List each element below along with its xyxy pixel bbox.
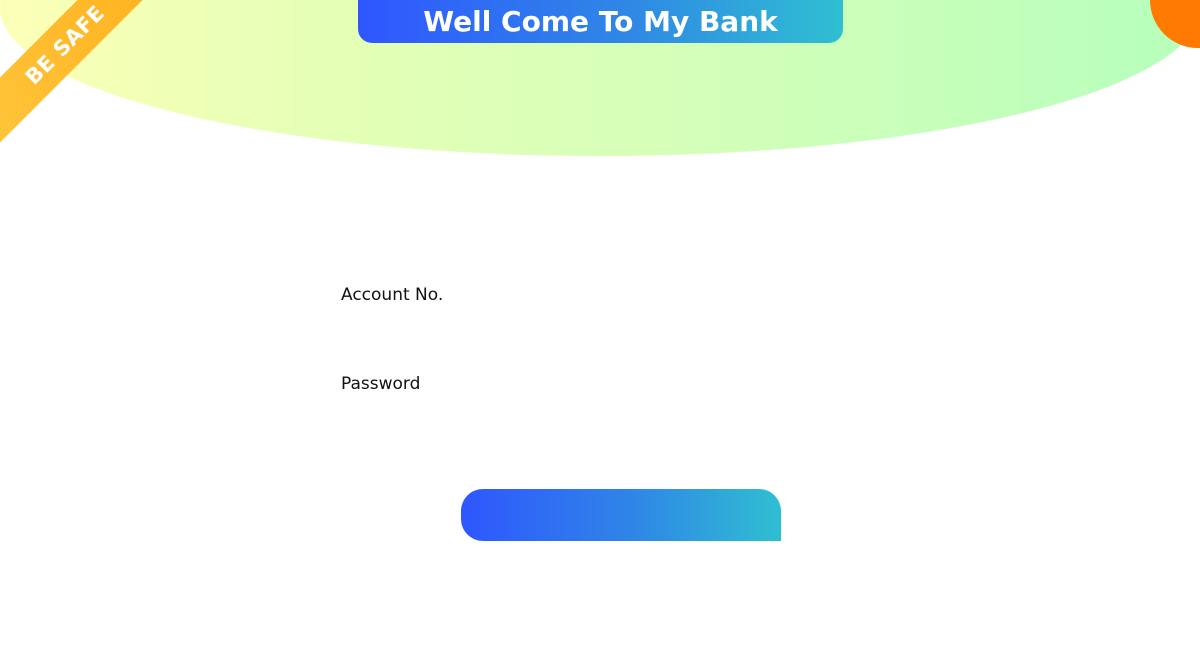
account-label: Account No. — [341, 285, 444, 305]
page-title: Well Come To My Bank — [423, 5, 778, 38]
login-page: BE SAFE Well Come To My Bank Account No.… — [0, 0, 1200, 650]
header-banner: Well Come To My Bank — [358, 0, 843, 43]
login-button[interactable] — [461, 489, 781, 541]
password-label: Password — [341, 374, 421, 394]
password-input[interactable] — [341, 402, 785, 432]
account-number-input[interactable] — [341, 313, 785, 343]
